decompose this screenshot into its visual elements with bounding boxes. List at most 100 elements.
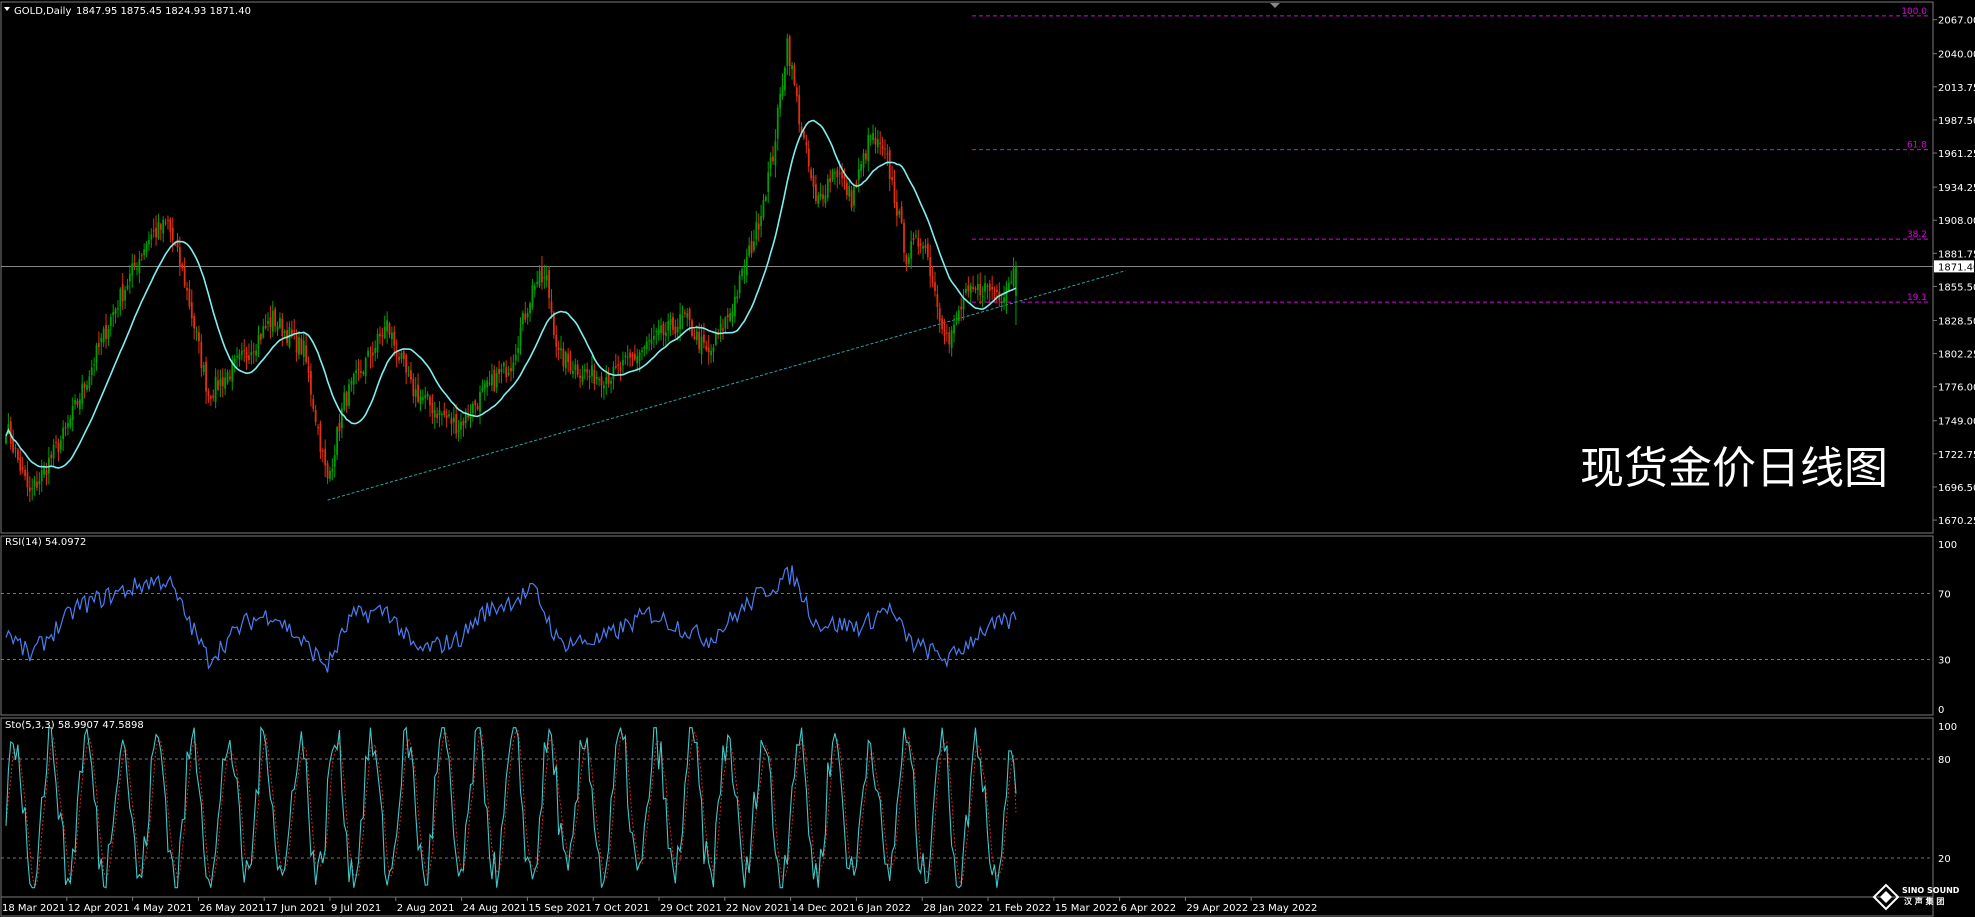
candle-body — [474, 400, 477, 406]
candle-body — [283, 330, 286, 333]
candle — [438, 401, 441, 428]
candle — [660, 317, 662, 341]
candle — [824, 184, 827, 208]
candle-body — [722, 328, 724, 331]
sto-tick-label: 80 — [1938, 755, 1951, 766]
candle — [348, 378, 350, 409]
candle-body — [57, 442, 60, 453]
candle-body — [819, 193, 822, 197]
candle-body — [162, 219, 165, 234]
stochastic-panel: 100 80 20 — [1, 722, 1957, 889]
candle — [769, 152, 772, 177]
candle — [148, 231, 150, 251]
candle — [719, 315, 722, 342]
candle-body — [267, 321, 269, 324]
candle-body — [47, 457, 50, 474]
candle — [441, 411, 443, 426]
candle-body — [202, 365, 205, 373]
candle-body — [950, 330, 953, 348]
candle-body — [614, 366, 617, 368]
candle — [90, 359, 93, 386]
candle-body — [948, 332, 951, 345]
candle-body — [362, 372, 365, 375]
candle — [938, 302, 941, 333]
candle-body — [943, 329, 946, 337]
candle — [162, 215, 165, 243]
candle — [309, 363, 312, 407]
candle — [745, 248, 748, 283]
y-tick-label: 1749.00 — [1938, 417, 1975, 428]
collapse-arrow-icon[interactable] — [4, 7, 10, 11]
candle — [479, 385, 481, 425]
candle — [724, 316, 727, 334]
candle — [772, 145, 774, 165]
candle-body — [664, 332, 667, 337]
candle-body — [791, 65, 793, 70]
candle — [588, 369, 591, 390]
candle-body — [269, 317, 272, 328]
candle — [190, 289, 193, 327]
candle-body — [59, 440, 62, 450]
candle-body — [915, 235, 917, 237]
candle-body — [364, 358, 367, 377]
candle-body — [374, 347, 377, 354]
candle — [483, 379, 486, 401]
candle-body — [633, 353, 636, 360]
candle-body — [988, 283, 991, 291]
candle-body — [217, 380, 219, 390]
candle-body — [400, 352, 403, 359]
candle-body — [574, 364, 577, 371]
candle — [469, 404, 472, 429]
candle-body — [695, 331, 698, 341]
candle — [55, 434, 57, 449]
candle — [743, 259, 746, 284]
candle — [910, 230, 913, 270]
candle — [331, 458, 334, 481]
candle-body — [209, 396, 212, 399]
y-tick-label: 1987.50 — [1938, 116, 1975, 127]
y-tick-label: 1881.75 — [1938, 249, 1975, 260]
candle — [683, 309, 686, 318]
candle — [519, 317, 522, 355]
candle-body — [379, 333, 381, 337]
candle — [550, 289, 553, 319]
candle-body — [888, 150, 891, 179]
candle — [202, 361, 205, 376]
candle-body — [183, 267, 186, 286]
candle — [893, 169, 896, 209]
candle — [410, 361, 412, 384]
candle — [436, 407, 439, 424]
candle-body — [436, 413, 439, 418]
candle — [200, 334, 203, 377]
candle-body — [855, 183, 858, 185]
panel-frame-1 — [0, 535, 1934, 716]
candle — [919, 238, 922, 254]
candle-body — [641, 350, 643, 352]
candle — [300, 334, 303, 356]
candle-body — [560, 348, 562, 351]
candle — [307, 356, 310, 382]
candle-body — [21, 467, 24, 470]
candle — [850, 185, 853, 212]
candle — [812, 168, 815, 199]
scroll-marker-icon[interactable] — [1270, 3, 1280, 8]
candle-body — [331, 468, 334, 472]
candle — [455, 404, 458, 439]
candle-body — [957, 310, 960, 321]
candle — [226, 369, 229, 385]
candle-body — [629, 352, 631, 358]
candle — [862, 149, 865, 177]
candle-body — [636, 356, 639, 364]
candle-body — [655, 331, 658, 333]
candle — [653, 324, 655, 348]
candle-body — [138, 258, 141, 274]
candle-body — [71, 405, 74, 421]
candle — [69, 414, 72, 430]
candle-body — [1010, 281, 1013, 283]
candle-body — [443, 410, 446, 416]
candle-body — [876, 139, 879, 148]
candle-body — [86, 385, 88, 390]
candle-body — [412, 378, 415, 397]
chart-canvas[interactable]: 100.0 61.8 38.2 19.1 100 70 30 0 100 80 20 2067.… — [0, 0, 1975, 917]
y-tick-label: 2040.00 — [1938, 50, 1975, 61]
